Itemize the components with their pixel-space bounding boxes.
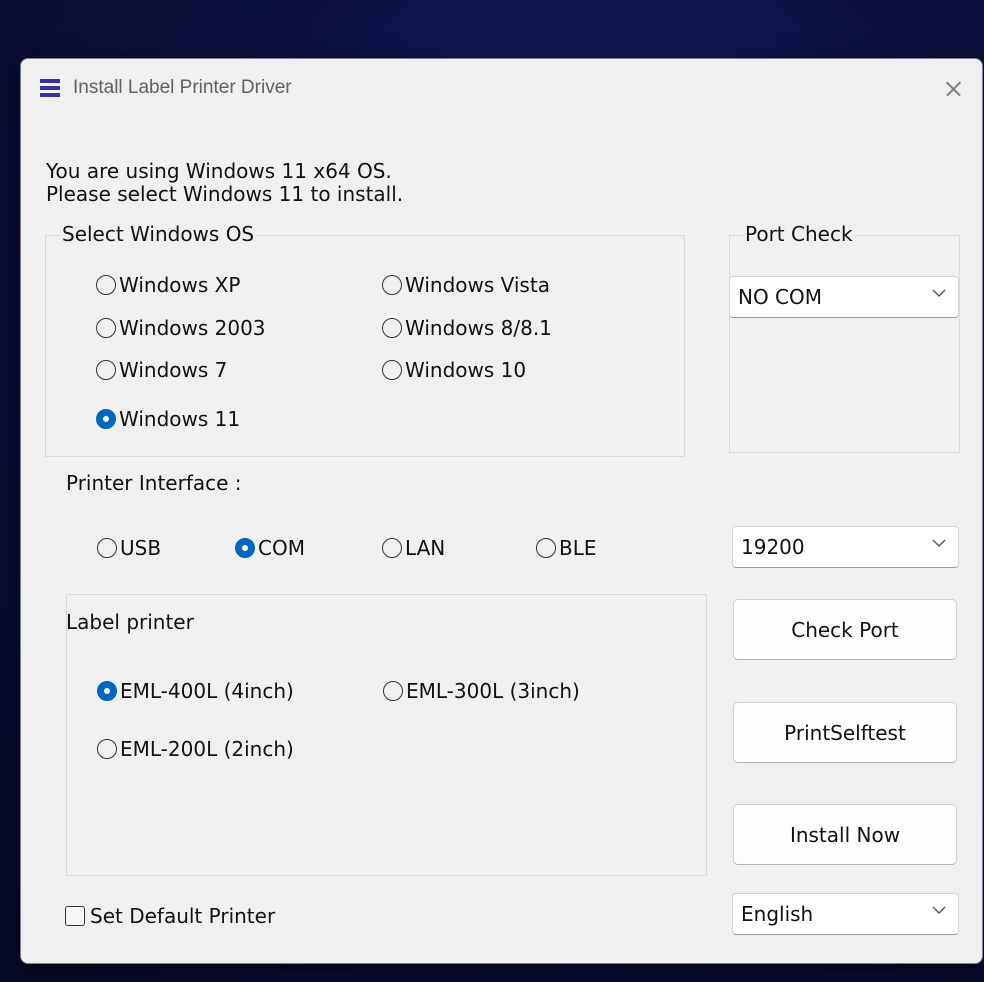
radio-windows-2003[interactable]: Windows 2003 bbox=[96, 316, 266, 340]
radio-lan[interactable]: LAN bbox=[382, 536, 445, 560]
chevron-down-icon bbox=[932, 289, 946, 297]
print-selftest-button[interactable]: PrintSelftest bbox=[733, 702, 957, 763]
radio-circle-icon bbox=[382, 275, 402, 295]
radio-circle-icon bbox=[382, 318, 402, 338]
radio-windows-7[interactable]: Windows 7 bbox=[96, 358, 227, 382]
radio-windows-8[interactable]: Windows 8/8.1 bbox=[382, 316, 552, 340]
os-info-line2: Please select Windows 11 to install. bbox=[46, 182, 404, 206]
radio-circle-icon bbox=[97, 739, 117, 759]
radio-com[interactable]: COM bbox=[235, 536, 305, 560]
radio-circle-icon bbox=[536, 538, 556, 558]
check-port-button[interactable]: Check Port bbox=[733, 599, 957, 660]
port-check-group-box bbox=[729, 235, 960, 453]
label-printer-legend: Label printer bbox=[66, 610, 194, 634]
close-button[interactable] bbox=[924, 59, 982, 117]
radio-eml-300l[interactable]: EML-300L (3inch) bbox=[383, 679, 580, 703]
radio-circle-icon bbox=[383, 681, 403, 701]
radio-selected-icon bbox=[96, 409, 116, 429]
os-group-legend: Select Windows OS bbox=[60, 222, 257, 246]
chevron-down-icon bbox=[932, 906, 946, 914]
chevron-down-icon bbox=[932, 539, 946, 547]
com-port-select[interactable]: NO COM bbox=[729, 276, 959, 318]
set-default-printer-checkbox[interactable]: Set Default Printer bbox=[65, 904, 275, 928]
radio-windows-xp[interactable]: Windows XP bbox=[96, 273, 240, 297]
label-printer-group-box bbox=[66, 594, 707, 876]
radio-selected-icon bbox=[235, 538, 255, 558]
radio-circle-icon bbox=[96, 275, 116, 295]
radio-circle-icon bbox=[382, 360, 402, 380]
printer-interface-label: Printer Interface : bbox=[66, 471, 242, 495]
radio-selected-icon bbox=[97, 681, 117, 701]
language-select[interactable]: English bbox=[732, 893, 959, 935]
app-menu-icon[interactable] bbox=[40, 79, 60, 97]
os-info-line1: You are using Windows 11 x64 OS. bbox=[46, 159, 392, 183]
installer-window: Install Label Printer Driver You are usi… bbox=[20, 58, 983, 964]
checkbox-icon bbox=[65, 906, 85, 926]
window-title: Install Label Printer Driver bbox=[73, 77, 292, 98]
title-bar: Install Label Printer Driver bbox=[21, 59, 982, 117]
radio-windows-10[interactable]: Windows 10 bbox=[382, 358, 526, 382]
radio-eml-200l[interactable]: EML-200L (2inch) bbox=[97, 737, 294, 761]
radio-circle-icon bbox=[382, 538, 402, 558]
radio-windows-vista[interactable]: Windows Vista bbox=[382, 273, 550, 297]
radio-eml-400l[interactable]: EML-400L (4inch) bbox=[97, 679, 294, 703]
radio-circle-icon bbox=[97, 538, 117, 558]
install-now-button[interactable]: Install Now bbox=[733, 804, 957, 865]
radio-circle-icon bbox=[96, 360, 116, 380]
radio-circle-icon bbox=[96, 318, 116, 338]
baud-rate-select[interactable]: 19200 bbox=[732, 526, 959, 568]
radio-usb[interactable]: USB bbox=[97, 536, 161, 560]
port-check-legend: Port Check bbox=[743, 222, 855, 246]
radio-ble[interactable]: BLE bbox=[536, 536, 597, 560]
radio-windows-11[interactable]: Windows 11 bbox=[96, 407, 240, 431]
